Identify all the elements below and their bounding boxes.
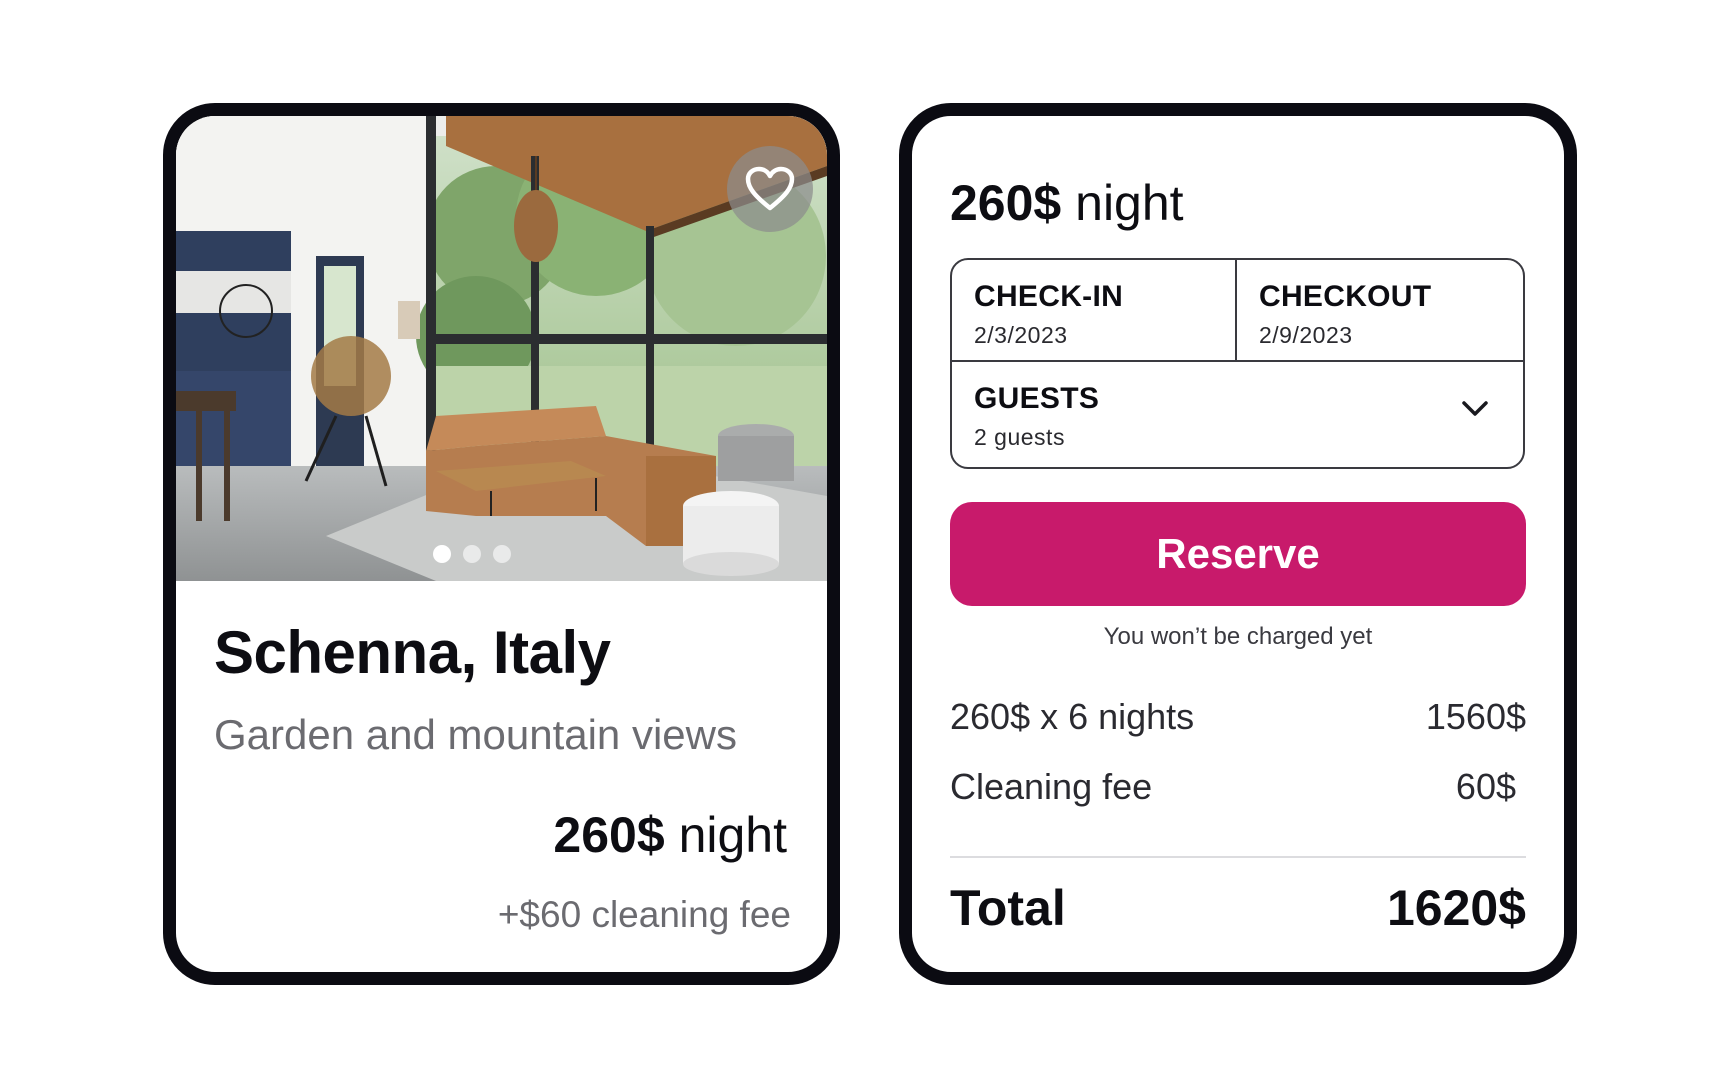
nights-line-item: 260$ x 6 nights 1560$ [950,696,1526,738]
total-amount: 1620$ [1386,880,1526,936]
heart-icon [745,166,795,211]
nights-amount: 1560$ [1425,696,1526,737]
divider [950,856,1526,858]
charge-note: You won’t be charged yet [1103,623,1373,650]
checkout-label: CHECKOUT [1259,280,1432,313]
cleaning-line-item: Cleaning fee 60$ [950,766,1526,808]
guests-select[interactable]: GUESTS 2 guests [952,362,1523,467]
cleaning-label: Cleaning fee [950,766,1153,807]
reserve-button[interactable]: Reserve [950,502,1526,606]
price-unit: night [1075,175,1184,231]
listing-price: 260$ night [553,806,787,864]
favorite-button[interactable] [727,146,813,232]
chevron-down-icon[interactable] [1461,400,1489,418]
booking-card: 260$ night CHECK-IN 2/3/2023 CHECKOUT 2/… [899,103,1577,985]
checkin-field[interactable]: CHECK-IN 2/3/2023 [952,260,1237,362]
listing-title: Schenna, Italy [214,619,611,686]
photo-pagination [176,545,797,563]
checkin-label: CHECK-IN [974,280,1124,313]
checkout-value: 2/9/2023 [1259,322,1353,348]
booking-price: 260$ night [950,174,1184,232]
listing-photo[interactable] [176,116,827,581]
pagination-dot[interactable] [462,545,481,563]
price-amount: 260$ [553,807,665,863]
booking-form: CHECK-IN 2/3/2023 CHECKOUT 2/9/2023 GUES… [950,258,1525,469]
pagination-dot[interactable] [492,545,511,563]
total-row: Total 1620$ [950,879,1526,937]
pagination-dot[interactable] [432,545,451,563]
price-unit: night [678,807,787,863]
nights-label: 260$ x 6 nights [950,696,1195,737]
cleaning-amount: 60$ [1455,766,1516,807]
listing-subtitle: Garden and mountain views [214,711,737,758]
price-amount: 260$ [950,175,1062,231]
guests-label: GUESTS [974,382,1100,415]
checkout-field[interactable]: CHECKOUT 2/9/2023 [1237,260,1523,362]
guests-value: 2 guests [974,424,1065,450]
cleaning-fee-note: +$60 cleaning fee [497,894,791,935]
checkin-value: 2/3/2023 [974,322,1068,348]
total-label: Total [950,880,1066,936]
listing-card[interactable]: Schenna, Italy Garden and mountain views… [163,103,840,985]
